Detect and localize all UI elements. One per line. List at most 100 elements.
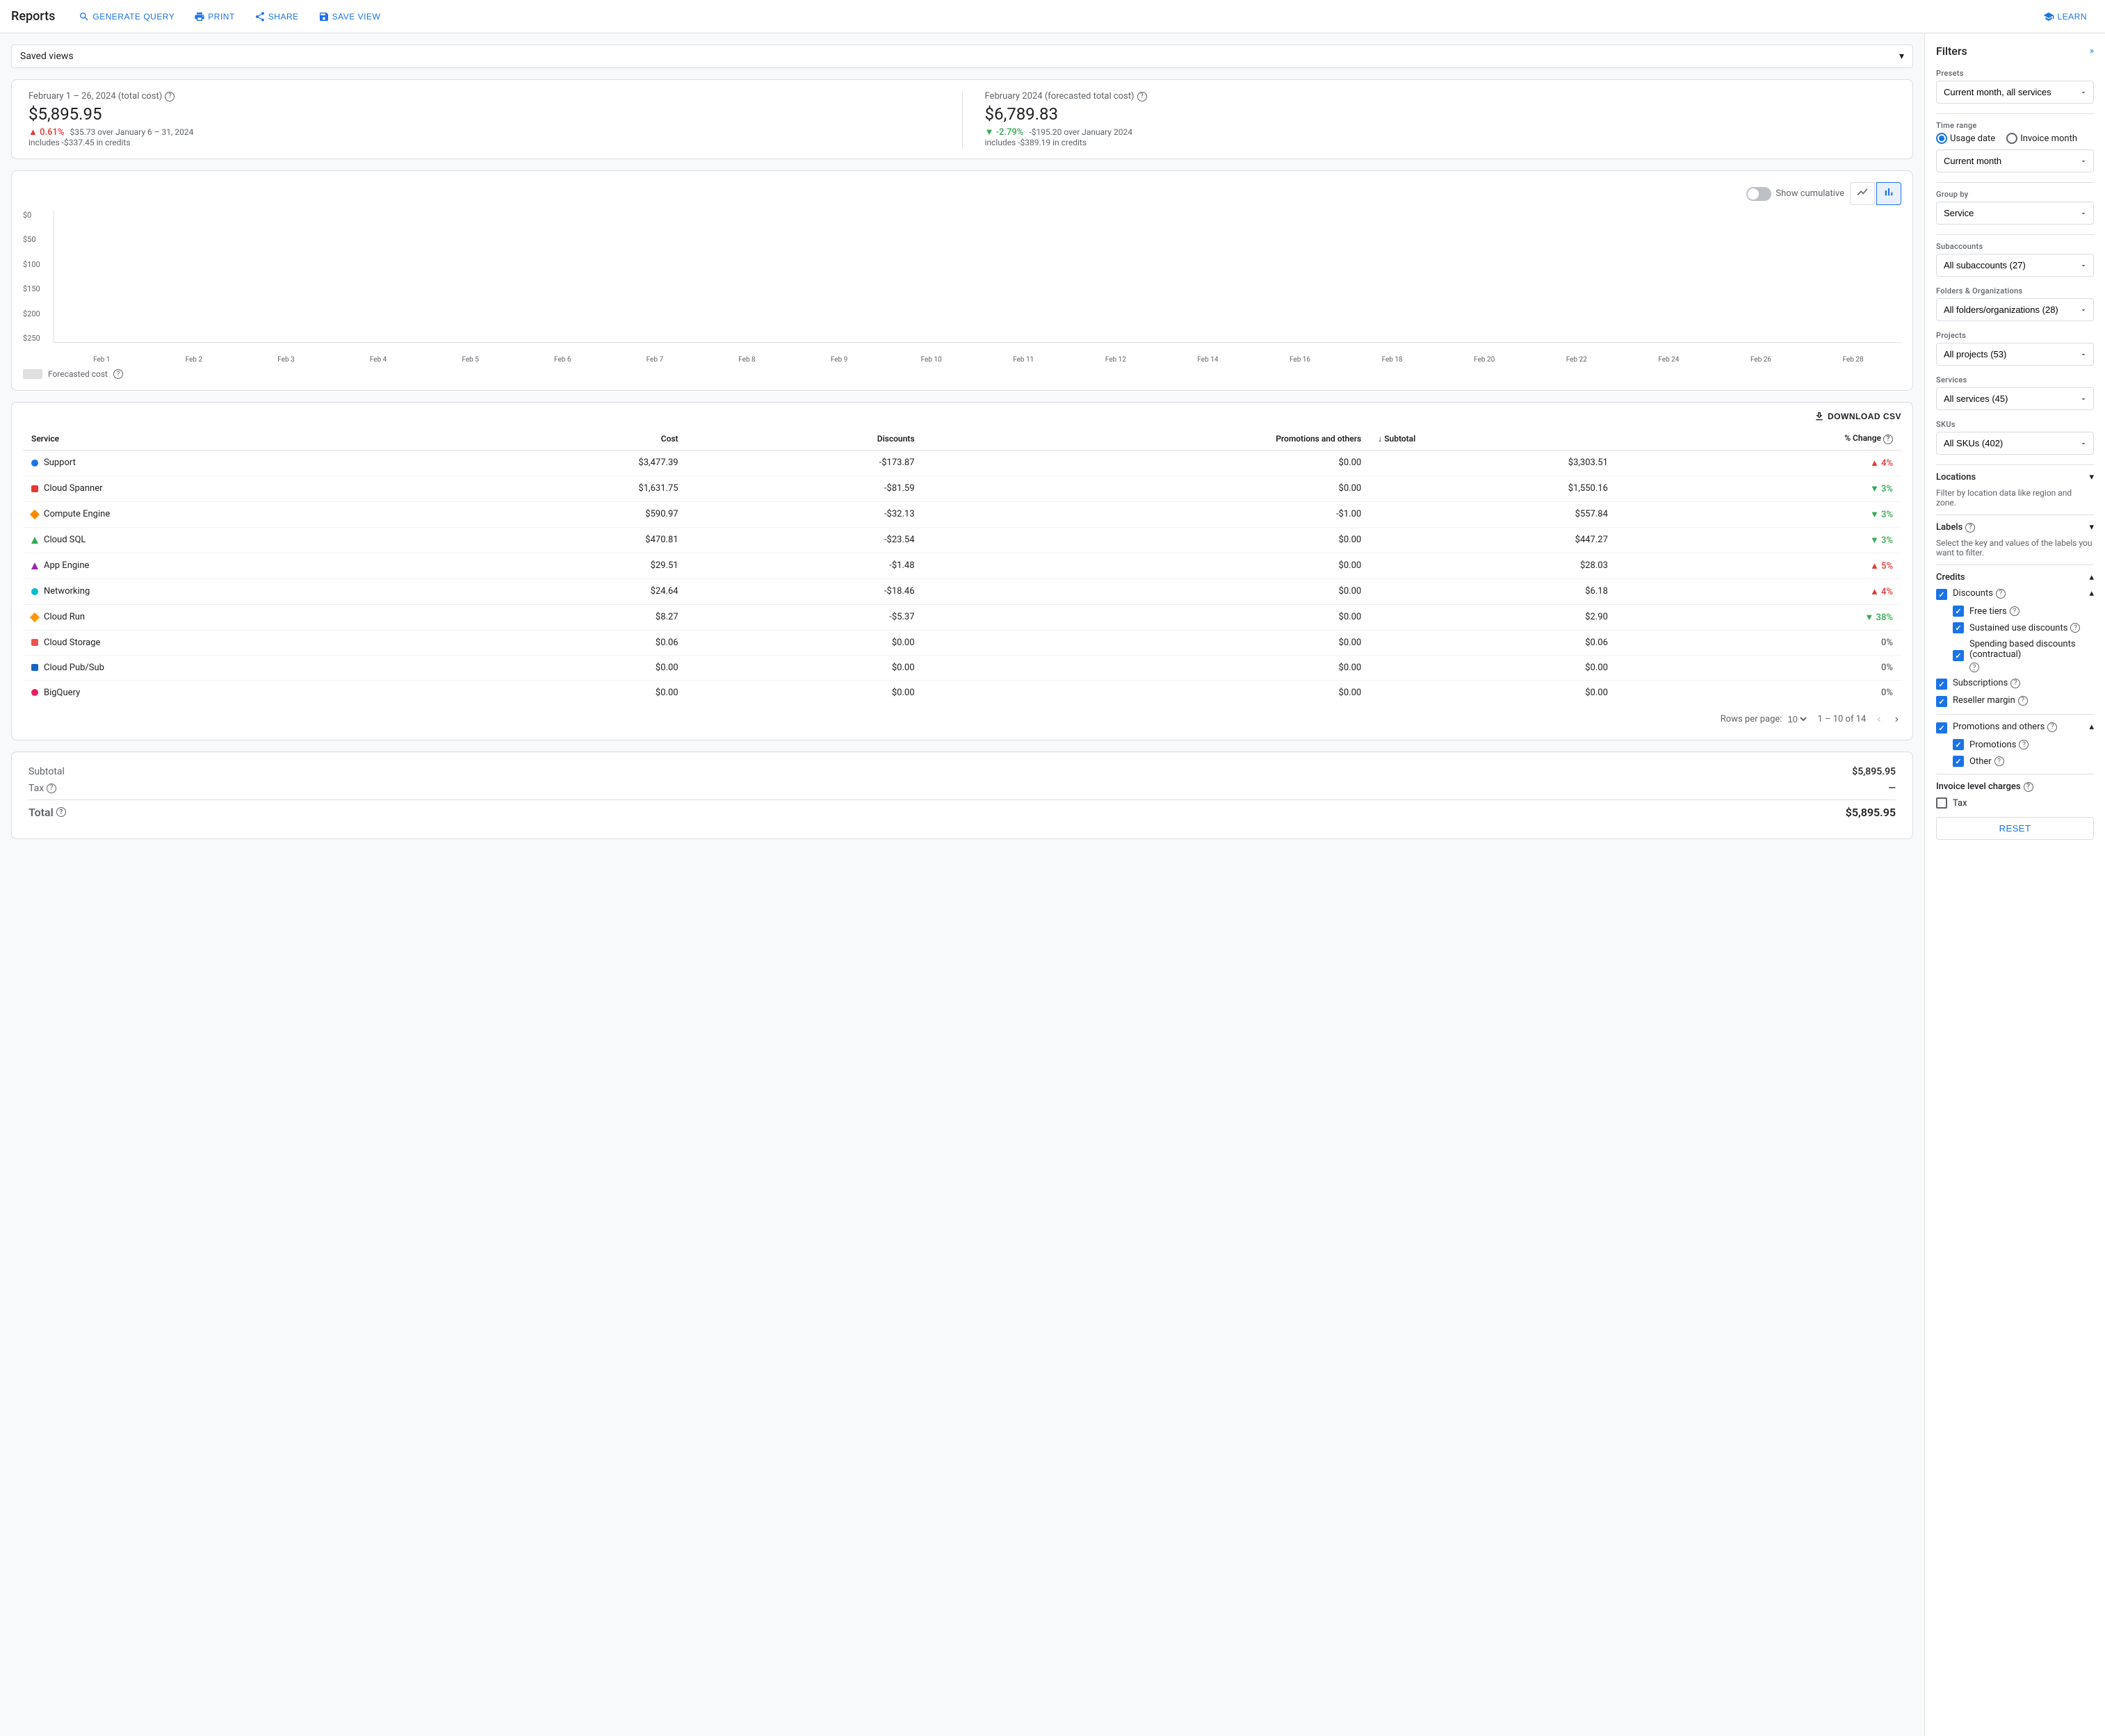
- sustained-use-info-icon[interactable]: ?: [2070, 623, 2080, 633]
- tax-invoice-checkbox[interactable]: Tax: [1936, 797, 2094, 809]
- cell-subtotal: $0.00: [1370, 655, 1616, 680]
- learn-button[interactable]: LEARN: [2036, 7, 2094, 26]
- generate-query-button[interactable]: GENERATE QUERY: [72, 7, 181, 26]
- chart-legend: Forecasted cost ?: [23, 369, 1901, 379]
- group-by-select[interactable]: Service: [1936, 202, 2094, 225]
- chart-x-label: Feb 9: [794, 356, 885, 364]
- subscriptions-cb-icon: [1936, 679, 1947, 690]
- other-checkbox[interactable]: Other ?: [1953, 756, 2094, 767]
- promotions-info-icon[interactable]: ?: [2019, 740, 2029, 749]
- spending-based-cb-icon: [1953, 650, 1964, 661]
- prev-page-button[interactable]: ‹: [1874, 711, 1883, 729]
- free-tiers-checkbox[interactable]: Free tiers ?: [1953, 606, 2094, 617]
- metric-actual-info-icon[interactable]: ?: [165, 92, 174, 102]
- group-by-section: Group by Service: [1936, 190, 2094, 225]
- services-filter-select[interactable]: All services (45): [1936, 387, 2094, 410]
- invoice-level-info-icon[interactable]: ?: [2024, 782, 2033, 792]
- line-chart-button[interactable]: [1850, 182, 1875, 205]
- cell-promos: $0.00: [923, 630, 1370, 655]
- other-info-icon[interactable]: ?: [1994, 756, 2004, 766]
- discounts-cb-icon: [1936, 589, 1947, 600]
- cell-subtotal: $28.03: [1370, 553, 1616, 578]
- presets-select[interactable]: Current month, all services: [1936, 81, 2094, 104]
- rows-per-page-select[interactable]: 10 25 50: [1785, 713, 1809, 725]
- forecasted-legend-info-icon[interactable]: ?: [113, 369, 123, 379]
- reset-button[interactable]: RESET: [1936, 817, 2094, 840]
- discounts-label: Discounts ?: [1953, 588, 2006, 599]
- free-tiers-info-icon[interactable]: ?: [2010, 606, 2019, 616]
- folders-orgs-select[interactable]: All folders/organizations (28): [1936, 298, 2094, 321]
- save-view-button[interactable]: SAVE VIEW: [311, 7, 388, 26]
- usage-date-radio[interactable]: Usage date: [1936, 133, 1995, 144]
- subscriptions-info-icon[interactable]: ?: [2010, 679, 2020, 688]
- chart-x-label: Feb 26: [1716, 356, 1807, 364]
- discounts-info-icon[interactable]: ?: [1996, 589, 2006, 599]
- change-col-info-icon[interactable]: ?: [1883, 435, 1893, 444]
- metric-actual-change-desc: $35.73 over January 6 – 31, 2024: [70, 127, 193, 137]
- promos-others-checkbox[interactable]: Promotions and others ? ▴: [1936, 722, 2094, 733]
- metric-forecasted-info-icon[interactable]: ?: [1137, 92, 1147, 102]
- locations-collapsible[interactable]: Locations ▾: [1936, 472, 2094, 482]
- next-page-button[interactable]: ›: [1892, 711, 1901, 729]
- cell-subtotal: $2.90: [1370, 604, 1616, 630]
- header-actions: GENERATE QUERY PRINT SHARE SAVE VIEW LEA…: [72, 7, 2094, 26]
- cell-discounts: $0.00: [687, 655, 923, 680]
- collapse-filters-icon[interactable]: »: [2090, 46, 2094, 56]
- change-value: 0%: [1881, 638, 1893, 648]
- chart-x-labels: Feb 1Feb 2Feb 3Feb 4Feb 5Feb 6Feb 7Feb 8…: [54, 356, 1901, 364]
- discounts-checkbox[interactable]: Discounts ? ▴: [1936, 588, 2094, 600]
- show-cumulative-control: Show cumulative: [1746, 187, 1844, 201]
- col-subtotal[interactable]: ↓ Subtotal: [1370, 428, 1616, 450]
- total-info-icon[interactable]: ?: [56, 807, 66, 817]
- chart-bars-area: [54, 211, 1901, 343]
- cell-subtotal: $557.84: [1370, 501, 1616, 527]
- cell-discounts: -$18.46: [687, 578, 923, 604]
- download-btn-label: DOWNLOAD CSV: [1828, 412, 1901, 421]
- labels-info-icon[interactable]: ?: [1965, 523, 1975, 533]
- totals-subtotal-value: $5,895.95: [1840, 766, 1896, 777]
- discounts-expand-icon[interactable]: ▴: [2089, 588, 2094, 599]
- change-value: 0%: [1881, 688, 1893, 698]
- share-button[interactable]: SHARE: [247, 7, 306, 26]
- promos-others-expand-icon[interactable]: ▴: [2089, 722, 2094, 732]
- cell-promos: $0.00: [923, 655, 1370, 680]
- cell-subtotal: $0.00: [1370, 680, 1616, 705]
- spending-based-info-icon[interactable]: ?: [1969, 663, 1979, 672]
- sustained-use-checkbox[interactable]: Sustained use discounts ?: [1953, 622, 2094, 633]
- promos-others-label: Promotions and others ?: [1953, 722, 2057, 732]
- reseller-margin-label: Reseller margin ?: [1953, 695, 2028, 706]
- bar-chart-button[interactable]: [1876, 182, 1901, 205]
- chart-y-axis: $250 $200 $150 $100 $50 $0: [23, 211, 51, 343]
- print-button[interactable]: PRINT: [187, 7, 242, 26]
- projects-select[interactable]: All projects (53): [1936, 343, 2094, 366]
- cell-cost: $29.51: [440, 553, 687, 578]
- school-icon: [2043, 11, 2054, 22]
- usage-date-radio-circle: [1936, 133, 1947, 144]
- col-discounts: Discounts: [687, 428, 923, 450]
- change-value: ▼ 38%: [1865, 613, 1893, 623]
- tax-info-icon[interactable]: ?: [47, 784, 56, 793]
- invoice-level-title: Invoice level charges ?: [1936, 781, 2094, 792]
- spending-based-checkbox[interactable]: Spending based discounts (contractual) ?: [1953, 639, 2094, 672]
- reseller-margin-checkbox[interactable]: Reseller margin ?: [1936, 695, 2094, 707]
- subscriptions-checkbox[interactable]: Subscriptions ?: [1936, 678, 2094, 690]
- metric-forecasted-title: February 2024 (forecasted total cost) ?: [985, 91, 1896, 102]
- subaccounts-label: Subaccounts: [1936, 242, 2094, 251]
- credits-collapsible[interactable]: Credits ▴: [1936, 572, 2094, 583]
- saved-views-label: Saved views: [20, 51, 74, 62]
- change-value: ▼ 3%: [1870, 484, 1893, 494]
- chart-x-label: Feb 28: [1807, 356, 1899, 364]
- promotions-checkbox[interactable]: Promotions ?: [1953, 739, 2094, 750]
- saved-views-dropdown[interactable]: Saved views ▾: [11, 44, 1913, 68]
- forecasted-legend-box: [23, 369, 42, 379]
- totals-total-row: Total ? $5,895.95: [29, 806, 1896, 819]
- subaccounts-select[interactable]: All subaccounts (27): [1936, 254, 2094, 277]
- invoice-month-radio[interactable]: Invoice month: [2006, 133, 2077, 144]
- reseller-margin-info-icon[interactable]: ?: [2018, 696, 2028, 706]
- labels-collapsible[interactable]: Labels ? ▾: [1936, 522, 2094, 533]
- download-csv-button[interactable]: DOWNLOAD CSV: [1814, 411, 1901, 422]
- time-period-select[interactable]: Current month: [1936, 149, 2094, 172]
- cumulative-toggle[interactable]: [1746, 187, 1771, 201]
- skus-select[interactable]: All SKUs (402): [1936, 432, 2094, 455]
- promos-others-info-icon[interactable]: ?: [2047, 722, 2057, 732]
